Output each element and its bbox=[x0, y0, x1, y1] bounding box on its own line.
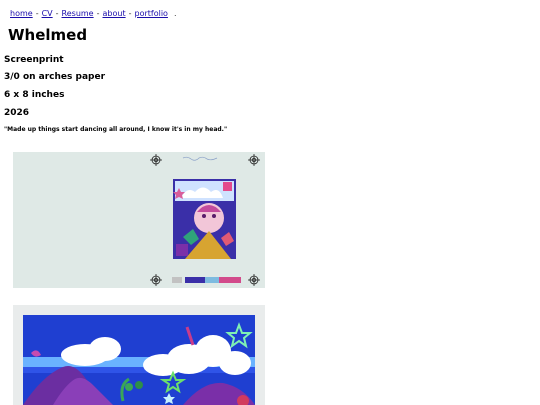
work-quote: "Made up things start dancing all around… bbox=[4, 126, 228, 133]
work-year: 2026 bbox=[4, 108, 30, 118]
registration-mark-icon bbox=[150, 154, 162, 166]
color-test-strip bbox=[172, 277, 241, 283]
nav-link-portfolio[interactable]: portfolio bbox=[134, 9, 167, 18]
registration-mark-icon bbox=[248, 154, 260, 166]
nav-link-about[interactable]: about bbox=[103, 9, 126, 18]
nav-separator: - bbox=[55, 9, 59, 18]
work-medium: Screenprint bbox=[4, 55, 64, 65]
nav-link-home[interactable]: home bbox=[10, 9, 33, 18]
nav-separator: - bbox=[96, 9, 100, 18]
print-detail-image bbox=[13, 305, 265, 405]
print-full-sheet-image bbox=[13, 152, 265, 288]
printed-artwork bbox=[173, 179, 236, 259]
nav-separator: - bbox=[128, 9, 132, 18]
top-nav: home - CV - Resume - about - portfolio. bbox=[10, 9, 176, 19]
registration-mark-icon bbox=[150, 274, 162, 286]
work-edition: 3/0 on arches paper bbox=[4, 72, 106, 82]
registration-mark-icon bbox=[248, 274, 260, 286]
nav-separator: - bbox=[35, 9, 39, 18]
nav-link-cv[interactable]: CV bbox=[42, 9, 53, 18]
nav-link-resume[interactable]: Resume bbox=[62, 9, 94, 18]
work-size: 6 x 8 inches bbox=[4, 90, 65, 100]
nav-trailing-dot: . bbox=[173, 9, 177, 18]
page-title: Whelmed bbox=[8, 26, 88, 44]
